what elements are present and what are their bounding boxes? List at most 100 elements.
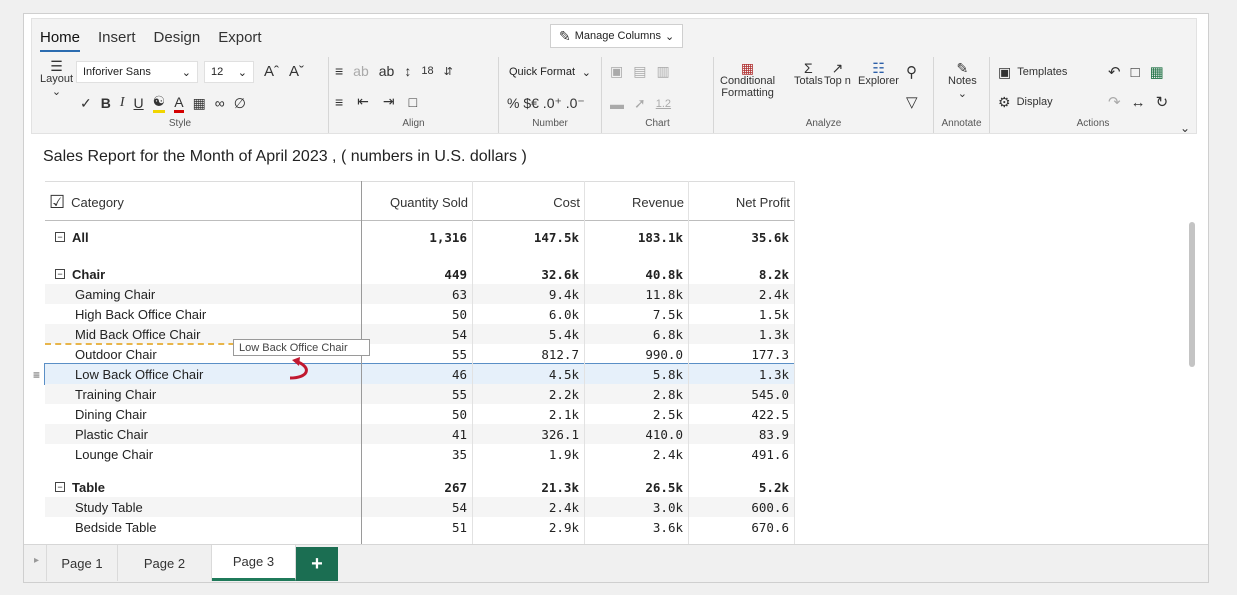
collapse-ribbon-icon[interactable]: ⌄ [1180,121,1190,135]
tab-home[interactable]: Home [40,29,81,52]
hide-icon[interactable]: ∅ [234,95,246,112]
display-button[interactable]: ⚙ Display [998,95,1053,109]
page-tab-3[interactable]: Page 3 [212,545,296,581]
tab-export[interactable]: Export [218,29,261,52]
waterfall-chart-icon[interactable]: ▥ [656,63,669,80]
row-value: 50 [451,306,467,322]
text-wrap-icon[interactable]: ab [353,63,369,79]
table-row[interactable]: Dining Chair 50 2.1k 2.5k 422.5 [45,404,794,424]
explorer-button[interactable]: ☷ Explorer [858,61,899,87]
row-value: 422.5 [751,406,789,422]
select-range-icon[interactable]: □ [1131,64,1140,81]
tab-design[interactable]: Design [154,29,201,52]
chart-group: ▣ ▤ ▥ ▬ ➚ 1.2 Chart [602,57,714,133]
table-row[interactable]: Low Back Office Chair 46 4.5k 5.8k 1.3k [44,363,795,385]
bar-chart-icon[interactable]: ▣ [610,63,623,80]
report-frame: Home Insert Design Export ✎ Manage Colum… [23,13,1209,583]
group-row[interactable]: − Table 267 21.3k 26.5k 5.2k [45,477,794,497]
table-row[interactable]: Study Table 54 2.4k 3.0k 600.6 [45,497,794,517]
table-row[interactable]: Gaming Chair 63 9.4k 11.8k 2.4k [45,284,794,304]
group-label-annotate: Annotate [941,118,982,129]
column-header-net-profit[interactable]: Net Profit [688,182,794,222]
row-value: 2.5k [652,406,683,422]
column-header-category[interactable]: ☑ Category [45,182,361,222]
collapse-toggle-icon[interactable]: − [55,482,65,492]
font-size-select[interactable]: 12 ⌄ [204,61,254,83]
padding-icon[interactable]: □ [409,94,417,110]
analyze-group: ▦ Conditional Formatting Σ Totals ↗ Top … [714,57,934,133]
eye-icon[interactable]: ∞ [215,95,225,111]
notes-button[interactable]: ✎ Notes ⌄ [948,61,977,100]
manage-columns-button[interactable]: ✎ Manage Columns ⌄ [550,24,684,48]
excel-icon[interactable]: ▦ [1150,63,1164,81]
templates-label: Templates [1017,66,1068,78]
column-header-cost[interactable]: Cost [472,182,584,222]
number-format-buttons[interactable]: % $€ .0⁺ .0⁻ [507,95,585,112]
quick-format-select[interactable]: Quick Format ⌄ [503,61,597,83]
table-row[interactable]: Plastic Chair 41 326.1 410.0 83.9 [45,424,794,444]
add-page-button[interactable]: + [296,547,338,581]
align-middle-icon[interactable]: ≡ [335,94,343,110]
redo-icon[interactable]: ↷ [1108,93,1121,111]
totals-button[interactable]: Σ Totals [794,61,823,87]
refresh-icon[interactable]: ↻ [1156,93,1169,111]
fill-color-icon[interactable]: ☯ [152,93,166,113]
filter-icon[interactable]: ▽ [906,93,918,111]
increase-font-icon[interactable]: Aˆ [264,63,279,80]
row-value: 46 [451,366,467,382]
topn-label: Top n [824,75,851,87]
scroll-left-icon[interactable]: ▸ [34,555,39,566]
bold-icon[interactable]: B [101,95,111,111]
indent-icon[interactable]: ⇥ [383,93,395,110]
align-top-icon[interactable]: ≡ [335,63,343,79]
column-header-revenue[interactable]: Revenue [584,182,688,222]
layout-button[interactable]: ☰ Layout ⌄ [40,59,73,98]
stepper-icon[interactable]: ⇵ [444,65,453,78]
row-value: 35.6k [751,229,789,245]
borders-icon[interactable]: ▦ [193,95,206,112]
page-tab-2[interactable]: Page 2 [118,545,212,581]
collapse-toggle-icon[interactable]: − [55,232,65,242]
font-family-select[interactable]: Inforiver Sans ⌄ [76,61,198,83]
italic-icon[interactable]: I [120,95,125,111]
format-painter-icon[interactable]: ✓ [80,95,92,112]
undo-icon[interactable]: ↶ [1108,63,1121,81]
tab-insert[interactable]: Insert [98,29,136,52]
templates-button[interactable]: ▣ Templates [998,65,1067,79]
row-label-text: Low Back Office Chair [75,366,204,382]
spell-icon[interactable]: ab [379,63,395,79]
table-row[interactable]: Training Chair 55 2.2k 2.8k 545.0 [45,384,794,404]
group-row[interactable]: − All 1,316 147.5k 183.1k 35.6k [45,227,794,247]
underline-icon[interactable]: U [134,95,144,111]
column-divider [584,181,585,551]
outdent-icon[interactable]: ⇤ [357,93,369,110]
row-label-text: Plastic Chair [75,426,148,442]
bullet-chart-icon[interactable]: ▬ [610,96,624,112]
vertical-scrollbar[interactable] [1189,222,1195,367]
row-value: 2.4k [758,286,789,302]
select-all-checkbox-icon[interactable]: ☑ [49,192,65,213]
table-row[interactable]: Bedside Table 51 2.9k 3.6k 670.6 [45,517,794,537]
sparkline-icon[interactable]: ➚ [634,95,646,112]
fit-width-icon[interactable]: ↔ [1131,94,1146,111]
table-row[interactable]: High Back Office Chair 50 6.0k 7.5k 1.5k [45,304,794,324]
group-row[interactable]: − Chair 449 32.6k 40.8k 8.2k [45,264,794,284]
column-header-quantity[interactable]: Quantity Sold [361,182,472,222]
line-height-icon[interactable]: ↕ [404,63,411,79]
decrease-font-icon[interactable]: Aˇ [289,63,304,80]
table-row[interactable]: Outdoor Chair 55 812.7 990.0 177.3 [45,344,794,364]
topn-button[interactable]: ↗ Top n [824,61,851,87]
stacked-chart-icon[interactable]: ▤ [633,63,646,80]
row-label-text: Training Chair [75,386,157,402]
row-drag-handle-icon[interactable]: ≡ [33,368,40,382]
collapse-toggle-icon[interactable]: − [55,269,65,279]
font-color-icon[interactable]: A [174,94,184,113]
conditional-formatting-button[interactable]: ▦ Conditional Formatting [720,61,775,99]
table-row[interactable]: Mid Back Office Chair 54 5.4k 6.8k 1.3k [45,324,794,344]
chart-number-value[interactable]: 1.2 [656,98,671,110]
page-tab-1[interactable]: Page 1 [46,545,118,581]
table-row[interactable]: Lounge Chair 35 1.9k 2.4k 491.6 [45,444,794,464]
search-icon[interactable]: ⚲ [906,63,917,81]
row-label-text: Table [72,479,105,495]
font-family-value: Inforiver Sans [83,66,151,78]
